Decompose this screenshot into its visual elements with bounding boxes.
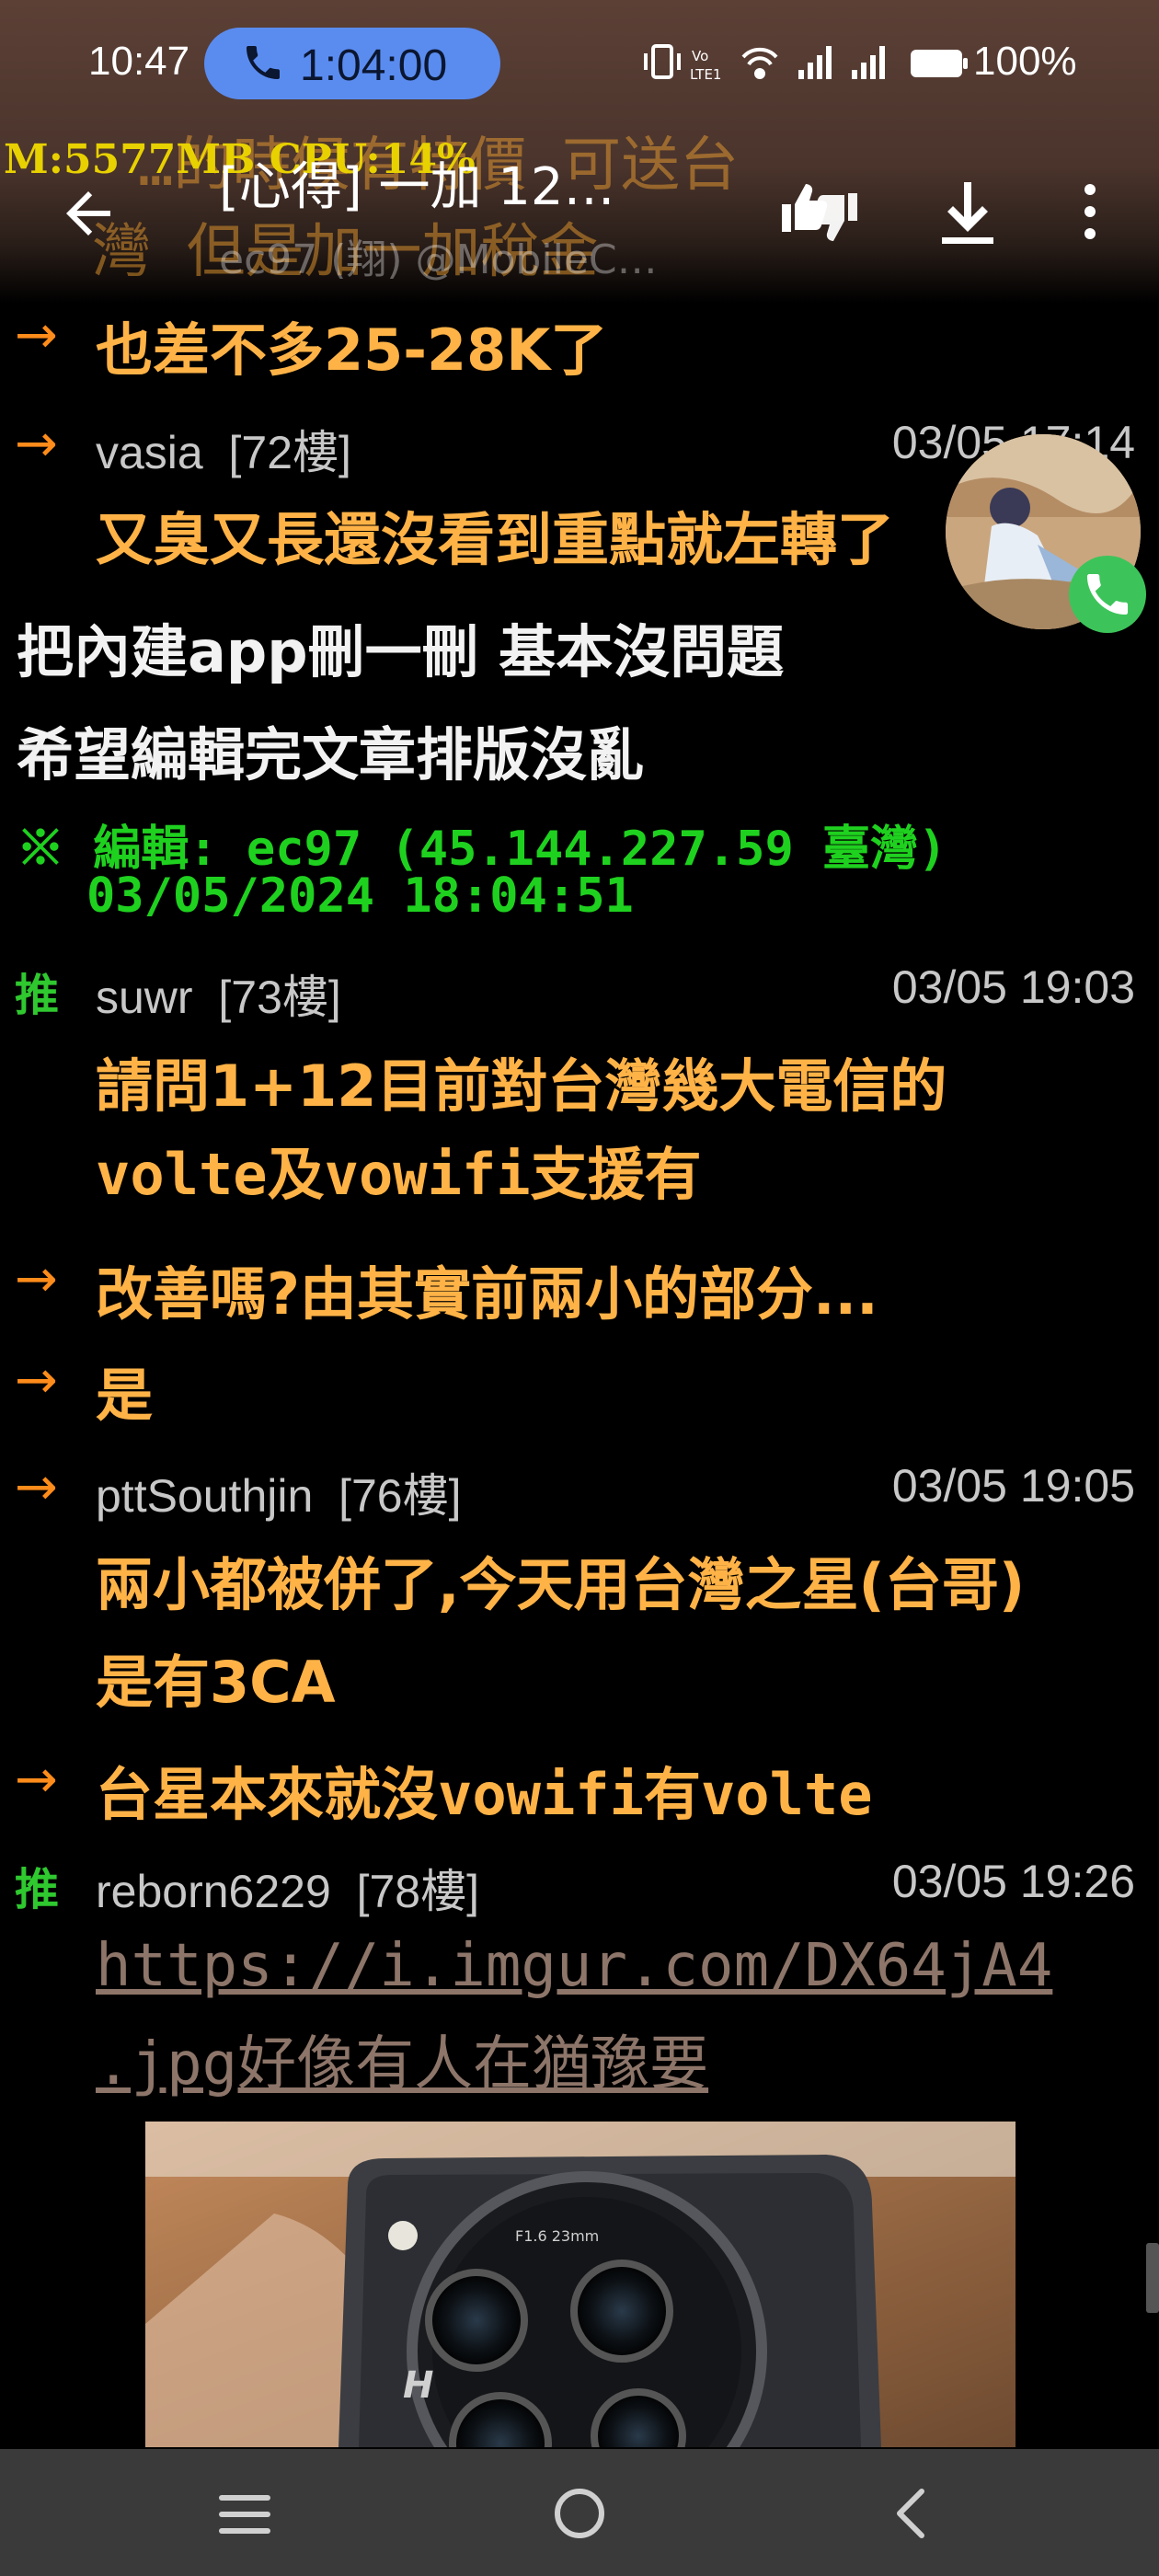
svg-text:LTE1: LTE1 <box>690 66 721 83</box>
lens-inscription: F1.6 23mm <box>515 2227 599 2245</box>
phone-photo: F1.6 23mm H <box>145 2122 1016 2447</box>
image-preview[interactable]: F1.6 23mm H <box>145 2122 1016 2447</box>
status-bar: 10:47 1:04:00 Vo LTE1 100% <box>0 0 1159 120</box>
author-id: reborn6229 <box>96 1866 331 1917</box>
comment-text: 是有3CA <box>96 1649 336 1716</box>
svg-text:Vo: Vo <box>692 48 708 64</box>
edit-timestamp: 03/05/2024 18:04:51 <box>86 868 634 924</box>
more-vert-icon[interactable] <box>1076 177 1104 250</box>
comment-author[interactable]: suwr [73樓] <box>96 960 341 1027</box>
reply-arrow: → <box>15 1351 58 1410</box>
comment-tag: → <box>15 1457 58 1517</box>
reply-arrow: → <box>15 305 58 365</box>
ongoing-call-pill[interactable]: 1:04:00 <box>204 28 500 99</box>
comment-time: 03/05 19:03 <box>891 961 1135 1013</box>
home-icon[interactable] <box>552 2486 607 2541</box>
floor-number: [78樓] <box>356 1866 479 1917</box>
reply-arrow: → <box>15 1249 58 1309</box>
comment-text: 台星本來就沒vowifi有volte <box>96 1761 873 1828</box>
comment-time: 03/05 19:26 <box>891 1856 1135 1907</box>
author-id: vasia <box>96 427 203 478</box>
comment-text: 又臭又長還沒看到重點就左轉了 <box>96 506 895 573</box>
comment-text: 兩小都被併了,今天用台灣之星(台哥) <box>96 1551 1026 1618</box>
comment-tag: 推 <box>15 970 60 1021</box>
comment-tag: → <box>15 414 58 474</box>
page-title: [心得] 一加 12… <box>219 157 615 217</box>
image-link[interactable]: .jpg好像有人在猶豫要 <box>96 2017 708 2101</box>
recent-apps-icon[interactable] <box>217 2491 272 2537</box>
arrow-left-icon[interactable] <box>55 180 121 247</box>
comment-tag: 推 <box>15 1864 60 1915</box>
vibrate-icon <box>644 44 681 79</box>
comment-text: 請問1+12目前對台灣幾大電信的 <box>96 1052 947 1120</box>
battery-percent: 100% <box>973 39 1077 84</box>
comment-author[interactable]: pttSouthjin [76樓] <box>96 1459 461 1525</box>
call-bubble-button[interactable] <box>1069 556 1146 633</box>
comment-author[interactable]: vasia [72樓] <box>96 416 351 482</box>
comment-text: 是 <box>96 1362 154 1429</box>
status-time: 10:47 <box>88 39 190 84</box>
status-icons: Vo LTE1 <box>644 44 968 83</box>
comment-author[interactable]: reborn6229 [78樓] <box>96 1855 479 1921</box>
signal-icon-1 <box>798 46 832 79</box>
wifi-icon <box>741 47 778 79</box>
scrollbar-thumb[interactable] <box>1146 2243 1159 2313</box>
article-text: 把內建app刪一刪 基本沒問題 <box>17 618 785 685</box>
comment-text: 也差不多25-28K了 <box>96 316 608 384</box>
reply-arrow: → <box>15 1750 58 1810</box>
comment-text: 改善嗎?由其實前兩小的部分... <box>96 1260 878 1328</box>
floor-number: [73樓] <box>218 972 341 1023</box>
brand-mark: H <box>403 2364 433 2407</box>
comment-time: 03/05 19:05 <box>891 1460 1135 1512</box>
battery-icon <box>911 50 968 77</box>
page-subtitle: ec97 (翔) @MobileC… <box>219 236 658 283</box>
signal-icon-2 <box>852 46 885 79</box>
volte-icon: Vo LTE1 <box>690 48 721 83</box>
floor-number: [76樓] <box>339 1470 462 1522</box>
system-nav-bar <box>0 2449 1159 2576</box>
call-duration: 1:04:00 <box>300 41 448 90</box>
download-icon[interactable] <box>935 177 1001 250</box>
floor-number: [72樓] <box>228 427 351 478</box>
phone-icon <box>1086 573 1129 615</box>
article-text: 希望編輯完文章排版沒亂 <box>17 721 645 788</box>
image-link[interactable]: https://i.imgur.com/DX64jA4 <box>96 1932 1052 2000</box>
author-id: pttSouthjin <box>96 1470 314 1522</box>
phone-icon <box>247 46 280 79</box>
thumbs-up-down-icon[interactable] <box>778 177 861 250</box>
back-nav-icon[interactable] <box>889 2486 935 2541</box>
comment-text: volte及vowifi支援有 <box>96 1141 702 1208</box>
author-id: suwr <box>96 972 193 1023</box>
